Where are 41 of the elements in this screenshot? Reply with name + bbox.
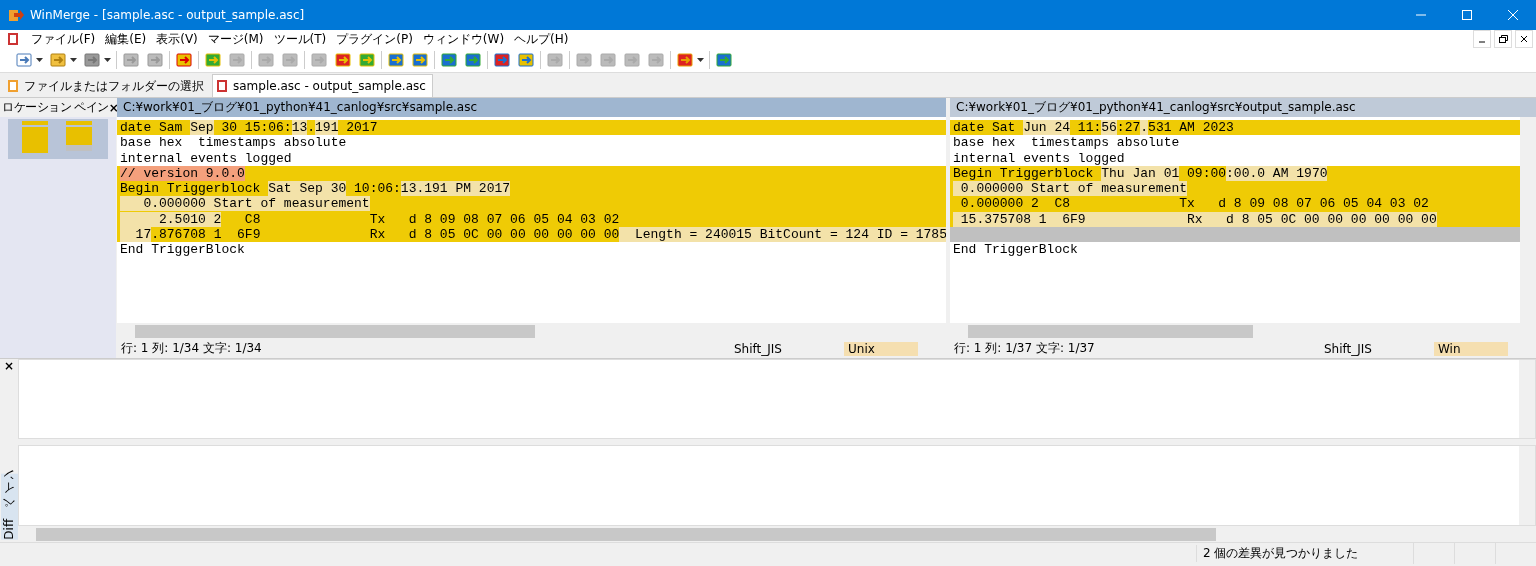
code-line: base hex timestamps absolute <box>119 135 348 151</box>
cursor-position: 行: 1 列: 1/34 文字: 1/34 <box>121 340 262 357</box>
menu-item[interactable]: 編集(E) <box>100 30 152 48</box>
menu-item[interactable]: マージ(M) <box>202 30 269 48</box>
status-message: 2 個の差異が見つかりました <box>1196 545 1413 562</box>
window-title: WinMerge - [sample.asc - output_sample.asc] <box>30 8 305 22</box>
code-line: internal events logged <box>119 150 293 166</box>
code-line: base hex timestamps absolute <box>952 135 1181 151</box>
caret-icon[interactable] <box>104 58 111 62</box>
code-line: internal events logged <box>952 150 1126 166</box>
scrollbar[interactable] <box>1520 117 1536 323</box>
file-path-header: C:¥work¥01_ブログ¥01_python¥41_canlog¥src¥output_sample.asc <box>950 98 1536 117</box>
caret-icon[interactable] <box>70 58 77 62</box>
code-line: End TriggerBlock <box>119 242 246 258</box>
menu-item[interactable]: ヘルプ(H) <box>509 30 574 48</box>
close-icon[interactable] <box>1515 30 1533 48</box>
menu-item[interactable]: プラグイン(P) <box>331 30 418 48</box>
minimize-icon[interactable] <box>1473 30 1491 48</box>
pane-title: ロケーション ペイン <box>2 100 109 115</box>
encoding-label: Shift_JIS <box>1324 341 1373 356</box>
caret-icon[interactable] <box>697 58 704 62</box>
encoding-label: Shift_JIS <box>734 341 783 356</box>
restore-icon[interactable] <box>1494 30 1512 48</box>
code-line: End TriggerBlock <box>952 242 1079 258</box>
scrollbar[interactable] <box>950 323 1536 339</box>
tab[interactable]: sample.asc - output_sample.asc <box>212 74 433 97</box>
app-icon <box>8 7 24 23</box>
cursor-position: 行: 1 列: 1/37 文字: 1/37 <box>954 340 1095 357</box>
scrollbar[interactable] <box>117 323 946 339</box>
file-path-header: C:¥work¥01_ブログ¥01_python¥41_canlog¥src¥sample.asc <box>117 98 946 117</box>
line-ending-label: Win <box>1434 341 1508 356</box>
line-ending-label: Unix <box>844 341 918 356</box>
pane-title: Diff ペイン <box>0 474 18 540</box>
close-button[interactable]: × <box>108 100 119 115</box>
menu-item[interactable]: 表示(V) <box>151 30 203 48</box>
caret-icon[interactable] <box>36 58 43 62</box>
menu-item[interactable]: ツール(T) <box>268 30 332 48</box>
menu-item[interactable]: ファイル(F) <box>26 30 101 48</box>
close-button[interactable]: × <box>3 359 15 373</box>
tab[interactable]: ファイルまたはフォルダーの選択 <box>4 75 210 97</box>
menu-item[interactable]: ウィンドウ(W) <box>417 30 510 48</box>
